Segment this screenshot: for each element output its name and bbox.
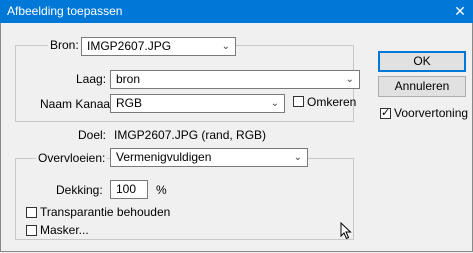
dekking-unit: % <box>156 183 167 197</box>
bron-dropdown[interactable]: IMGP2607.JPG ⌄ <box>81 37 236 56</box>
transparantie-label: Transparantie behouden <box>40 205 171 219</box>
close-icon[interactable]: ✕ <box>450 1 470 21</box>
kanaal-dropdown[interactable]: RGB ⌄ <box>110 94 285 113</box>
preview-label: Voorvertoning <box>394 106 469 120</box>
overvloeien-dropdown[interactable]: Vermenigvuldigen ⌄ <box>110 148 308 167</box>
dekking-value: 100 <box>116 182 137 196</box>
doel-label: Doel: <box>78 128 107 142</box>
overvloeien-label: Overvloeien: <box>36 151 108 165</box>
preview-checkbox[interactable] <box>380 106 391 119</box>
dekking-input[interactable]: 100 <box>110 180 148 199</box>
masker-label: Masker... <box>40 223 89 237</box>
bron-label: Bron: <box>48 38 81 52</box>
chevron-down-icon: ⌄ <box>345 74 354 85</box>
kanaal-label: Naam Kanaal: <box>40 97 117 111</box>
kanaal-value: RGB <box>116 96 143 110</box>
ok-button[interactable]: OK <box>378 51 466 72</box>
title-bar: Afbeelding toepassen ✕ <box>0 0 473 23</box>
transparantie-checkbox[interactable] <box>26 207 37 218</box>
bron-value: IMGP2607.JPG <box>87 39 172 53</box>
chevron-down-icon: ⌄ <box>293 152 302 163</box>
laag-dropdown[interactable]: bron ⌄ <box>110 70 360 89</box>
mouse-cursor-icon <box>340 222 352 240</box>
doel-value: IMGP2607.JPG (rand, RGB) <box>114 128 267 142</box>
dekking-label: Dekking: <box>56 183 103 197</box>
omkeren-label: Omkeren <box>307 95 357 109</box>
chevron-down-icon: ⌄ <box>221 41 230 52</box>
masker-checkbox[interactable] <box>26 225 37 236</box>
laag-label: Laag: <box>76 72 107 86</box>
omkeren-checkbox[interactable] <box>293 96 304 107</box>
laag-value: bron <box>116 72 141 86</box>
chevron-down-icon: ⌄ <box>270 98 279 109</box>
window-title: Afbeelding toepassen <box>7 4 123 18</box>
overvloeien-value: Vermenigvuldigen <box>116 150 212 164</box>
cancel-button[interactable]: Annuleren <box>378 76 466 97</box>
